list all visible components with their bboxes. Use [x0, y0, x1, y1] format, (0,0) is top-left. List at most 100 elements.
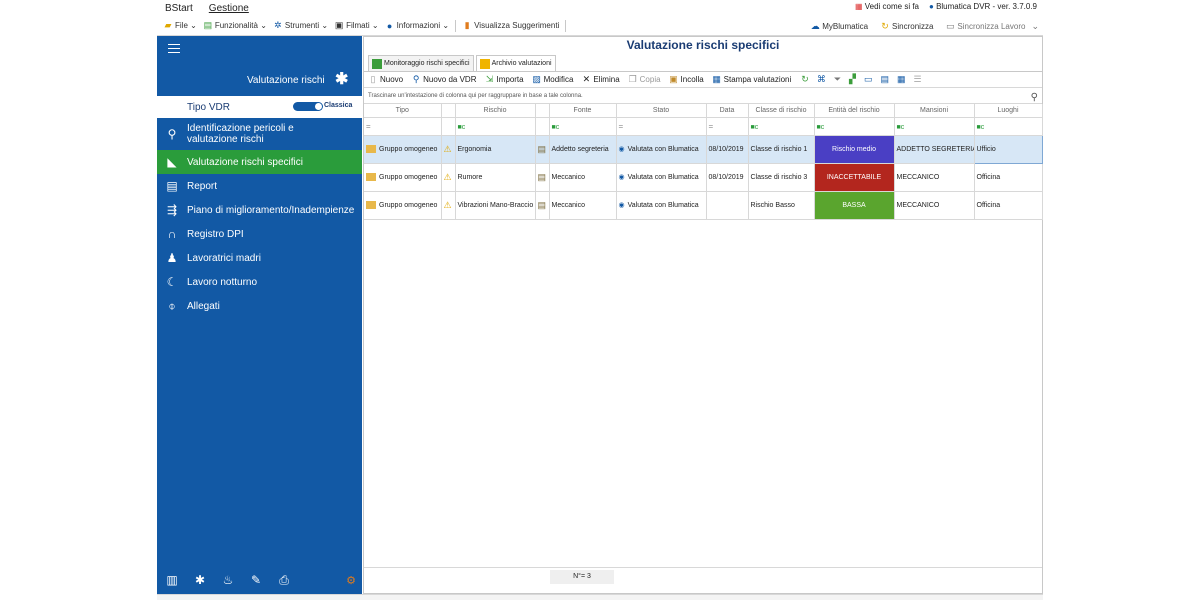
stampa-valutazioni-button[interactable]: ▦ Stampa valutazioni	[712, 74, 791, 85]
filter-cell-tipo[interactable]: =	[364, 117, 442, 136]
delete-icon: ✕	[582, 74, 591, 84]
filter-icon[interactable]: ⏷	[834, 74, 841, 85]
tab-monitoraggio[interactable]: Monitoraggio rischi specifici	[368, 55, 474, 71]
table-row[interactable]: Gruppo omogeneo ⚠ Ergonomia ▤ Addetto se…	[364, 134, 1043, 164]
new-doc-icon: ▯	[370, 74, 376, 84]
edit-doc-icon: ▨	[532, 74, 541, 84]
group-icon[interactable]: ▞	[849, 74, 856, 85]
sidebar-item-identificazione[interactable]: ⚲ Identificazione pericoli e valutazione…	[157, 118, 362, 150]
cell-luoghi: Officina	[974, 163, 1043, 192]
cell-mansioni: MECCANICO	[894, 163, 975, 192]
filter-cell-rischio[interactable]: ■c	[455, 117, 536, 136]
table-row[interactable]: Gruppo omogeneo ⚠ Rumore ▤ Meccanico ◉ Va…	[364, 163, 1043, 192]
binoculars-icon[interactable]: ⌘	[817, 74, 826, 85]
column-header-rischio[interactable]: Rischio	[455, 104, 536, 118]
document-icon[interactable]: ▤	[538, 200, 547, 210]
search-icon[interactable]: ⚲	[1031, 90, 1038, 106]
sincronizza-lavoro-button[interactable]: ▭ Sincronizza Lavoro	[945, 21, 1025, 31]
menu-strumenti[interactable]: ✲ Strumenti ⌄	[273, 20, 328, 31]
evaluations-table: Tipo Rischio Fonte Stato Data Classe di …	[364, 104, 1043, 220]
column-header-classe[interactable]: Classe di rischio	[748, 104, 815, 118]
elimina-button[interactable]: ✕ Elimina	[581, 74, 620, 85]
lines-icon[interactable]: ☰	[913, 74, 921, 85]
filter-cell-mansioni[interactable]: ■c	[894, 117, 975, 136]
filter-cell-data[interactable]: =	[706, 117, 749, 136]
filter-cell-stato[interactable]: =	[616, 117, 707, 136]
cell-fonte: Addetto segreteria	[549, 135, 617, 164]
layout-icon[interactable]: ▭	[864, 74, 873, 85]
column-header-stato[interactable]: Stato	[616, 104, 707, 118]
toggle-label: Classica	[324, 102, 353, 109]
print-icon[interactable]: ⎙	[277, 573, 291, 587]
toolbar-icons: ↻ ⌘ ⏷ ▞ ▭ ▤ ▦ ☰	[801, 74, 921, 85]
column-header-data[interactable]: Data	[706, 104, 749, 118]
cell-rischio: Vibrazioni Mano-Braccio	[455, 191, 536, 220]
sidebar-item-report[interactable]: ▤ Report	[157, 174, 362, 198]
nuovo-button[interactable]: ▯ Nuovo	[368, 74, 404, 85]
column-header-entita[interactable]: Entità del rischio	[814, 104, 895, 118]
cell-doc: ▤	[535, 163, 550, 192]
tipo-vdr-toggle[interactable]	[293, 102, 323, 111]
ribbon-tab-bstart[interactable]: BStart	[165, 3, 193, 14]
nuovo-da-vdr-button[interactable]: ⚲ Nuovo da VDR	[411, 74, 477, 85]
app-window: BStart Gestione ▦ Vedi come si fa ● Blum…	[157, 0, 1043, 600]
column-header-blank	[535, 104, 550, 118]
grid-icon[interactable]: ▦	[897, 74, 906, 85]
settings-gear-icon[interactable]: ⚙	[346, 574, 356, 587]
filter-cell-luoghi[interactable]: ■c	[974, 117, 1043, 136]
main-panel: Valutazione rischi specifici Monitoraggi…	[363, 36, 1043, 594]
sidebar-item-registro-dpi[interactable]: ∩ Registro DPI	[157, 222, 362, 246]
edit-icon[interactable]: ✎	[249, 573, 263, 587]
hamburger-menu-icon[interactable]	[168, 44, 180, 56]
filter-cell-classe[interactable]: ■c	[748, 117, 815, 136]
search-doc-icon: ⚲	[412, 74, 420, 84]
vedi-come-link[interactable]: ▦ Vedi come si fa	[855, 2, 919, 11]
cell-luoghi: Ufficio	[973, 134, 1043, 164]
myblumatica-button[interactable]: ☁ MyBlumatica	[810, 21, 868, 31]
sidebar-item-lavoro-notturno[interactable]: ☾ Lavoro notturno	[157, 270, 362, 294]
menu-right: ☁ MyBlumatica ↻ Sincronizza ▭ Sincronizza L…	[804, 16, 1039, 36]
sidebar-item-valutazione-specifici[interactable]: ◣ Valutazione rischi specifici	[157, 150, 362, 174]
building-icon[interactable]: ▥	[165, 573, 179, 587]
columns-icon[interactable]: ▤	[880, 74, 889, 85]
importa-button[interactable]: ⇲ Importa	[484, 74, 524, 85]
cell-data: 08/10/2019	[706, 135, 749, 164]
menu-funzionalita[interactable]: ▤ Funzionalità ⌄	[203, 20, 267, 31]
menu-informazioni[interactable]: ● Informazioni ⌄	[385, 21, 449, 31]
copia-button[interactable]: ❐ Copia	[628, 74, 661, 85]
improvement-plan-icon: ⇶	[166, 203, 178, 217]
document-icon[interactable]: ▤	[538, 172, 547, 182]
menu-visualizza-suggerimenti[interactable]: ▮ Visualizza Suggerimenti	[462, 20, 560, 31]
column-header-mansioni[interactable]: Mansioni	[894, 104, 975, 118]
menu-separator	[565, 19, 567, 32]
sidebar-item-piano[interactable]: ⇶ Piano di miglioramento/Inadempienze	[157, 198, 362, 222]
cell-rischio: Ergonomia	[455, 135, 536, 164]
cell-classe: Rischio Basso	[748, 191, 815, 220]
sidebar-item-lavoratrici-madri[interactable]: ♟ Lavoratrici madri	[157, 246, 362, 270]
filter-cell-entita[interactable]: ■c	[814, 117, 895, 136]
refresh-icon[interactable]: ↻	[801, 74, 809, 85]
cell-fonte: Meccanico	[549, 191, 617, 220]
tab-archivio[interactable]: Archivio valutazioni	[475, 55, 556, 71]
incolla-button[interactable]: ▣ Incolla	[669, 74, 703, 85]
table-row[interactable]: Gruppo omogeneo ⚠ Vibrazioni Mano-Bracci…	[364, 191, 1043, 220]
cell-tipo: Gruppo omogeneo	[364, 135, 442, 164]
cell-fonte: Meccanico	[549, 163, 617, 192]
cell-mansioni: MECCANICO	[894, 191, 975, 220]
menu-filmati[interactable]: ▣ Filmati ⌄	[334, 20, 379, 31]
column-header-fonte[interactable]: Fonte	[549, 104, 617, 118]
document-icon[interactable]: ▤	[538, 144, 547, 154]
chevron-down-icon[interactable]: ⌄	[1031, 21, 1039, 32]
modifica-button[interactable]: ▨ Modifica	[532, 74, 573, 85]
fire-safety-icon[interactable]: ♨	[221, 573, 235, 587]
group-by-hint[interactable]: Trascinare un'intestazione di colonna qu…	[364, 88, 1042, 104]
sincronizza-button[interactable]: ↻ Sincronizza	[880, 21, 933, 31]
column-header-tipo[interactable]: Tipo	[364, 104, 442, 118]
ribbon-tab-gestione[interactable]: Gestione	[209, 3, 249, 14]
monitor-icon	[372, 58, 382, 69]
menu-file[interactable]: ▰ File ⌄	[163, 20, 197, 31]
sidebar-item-allegati[interactable]: ⌽ Allegati	[157, 294, 362, 318]
filter-cell-fonte[interactable]: ■c	[549, 117, 617, 136]
report-icon: ▤	[166, 179, 178, 193]
risk-logo-icon[interactable]: ✱	[193, 573, 207, 587]
